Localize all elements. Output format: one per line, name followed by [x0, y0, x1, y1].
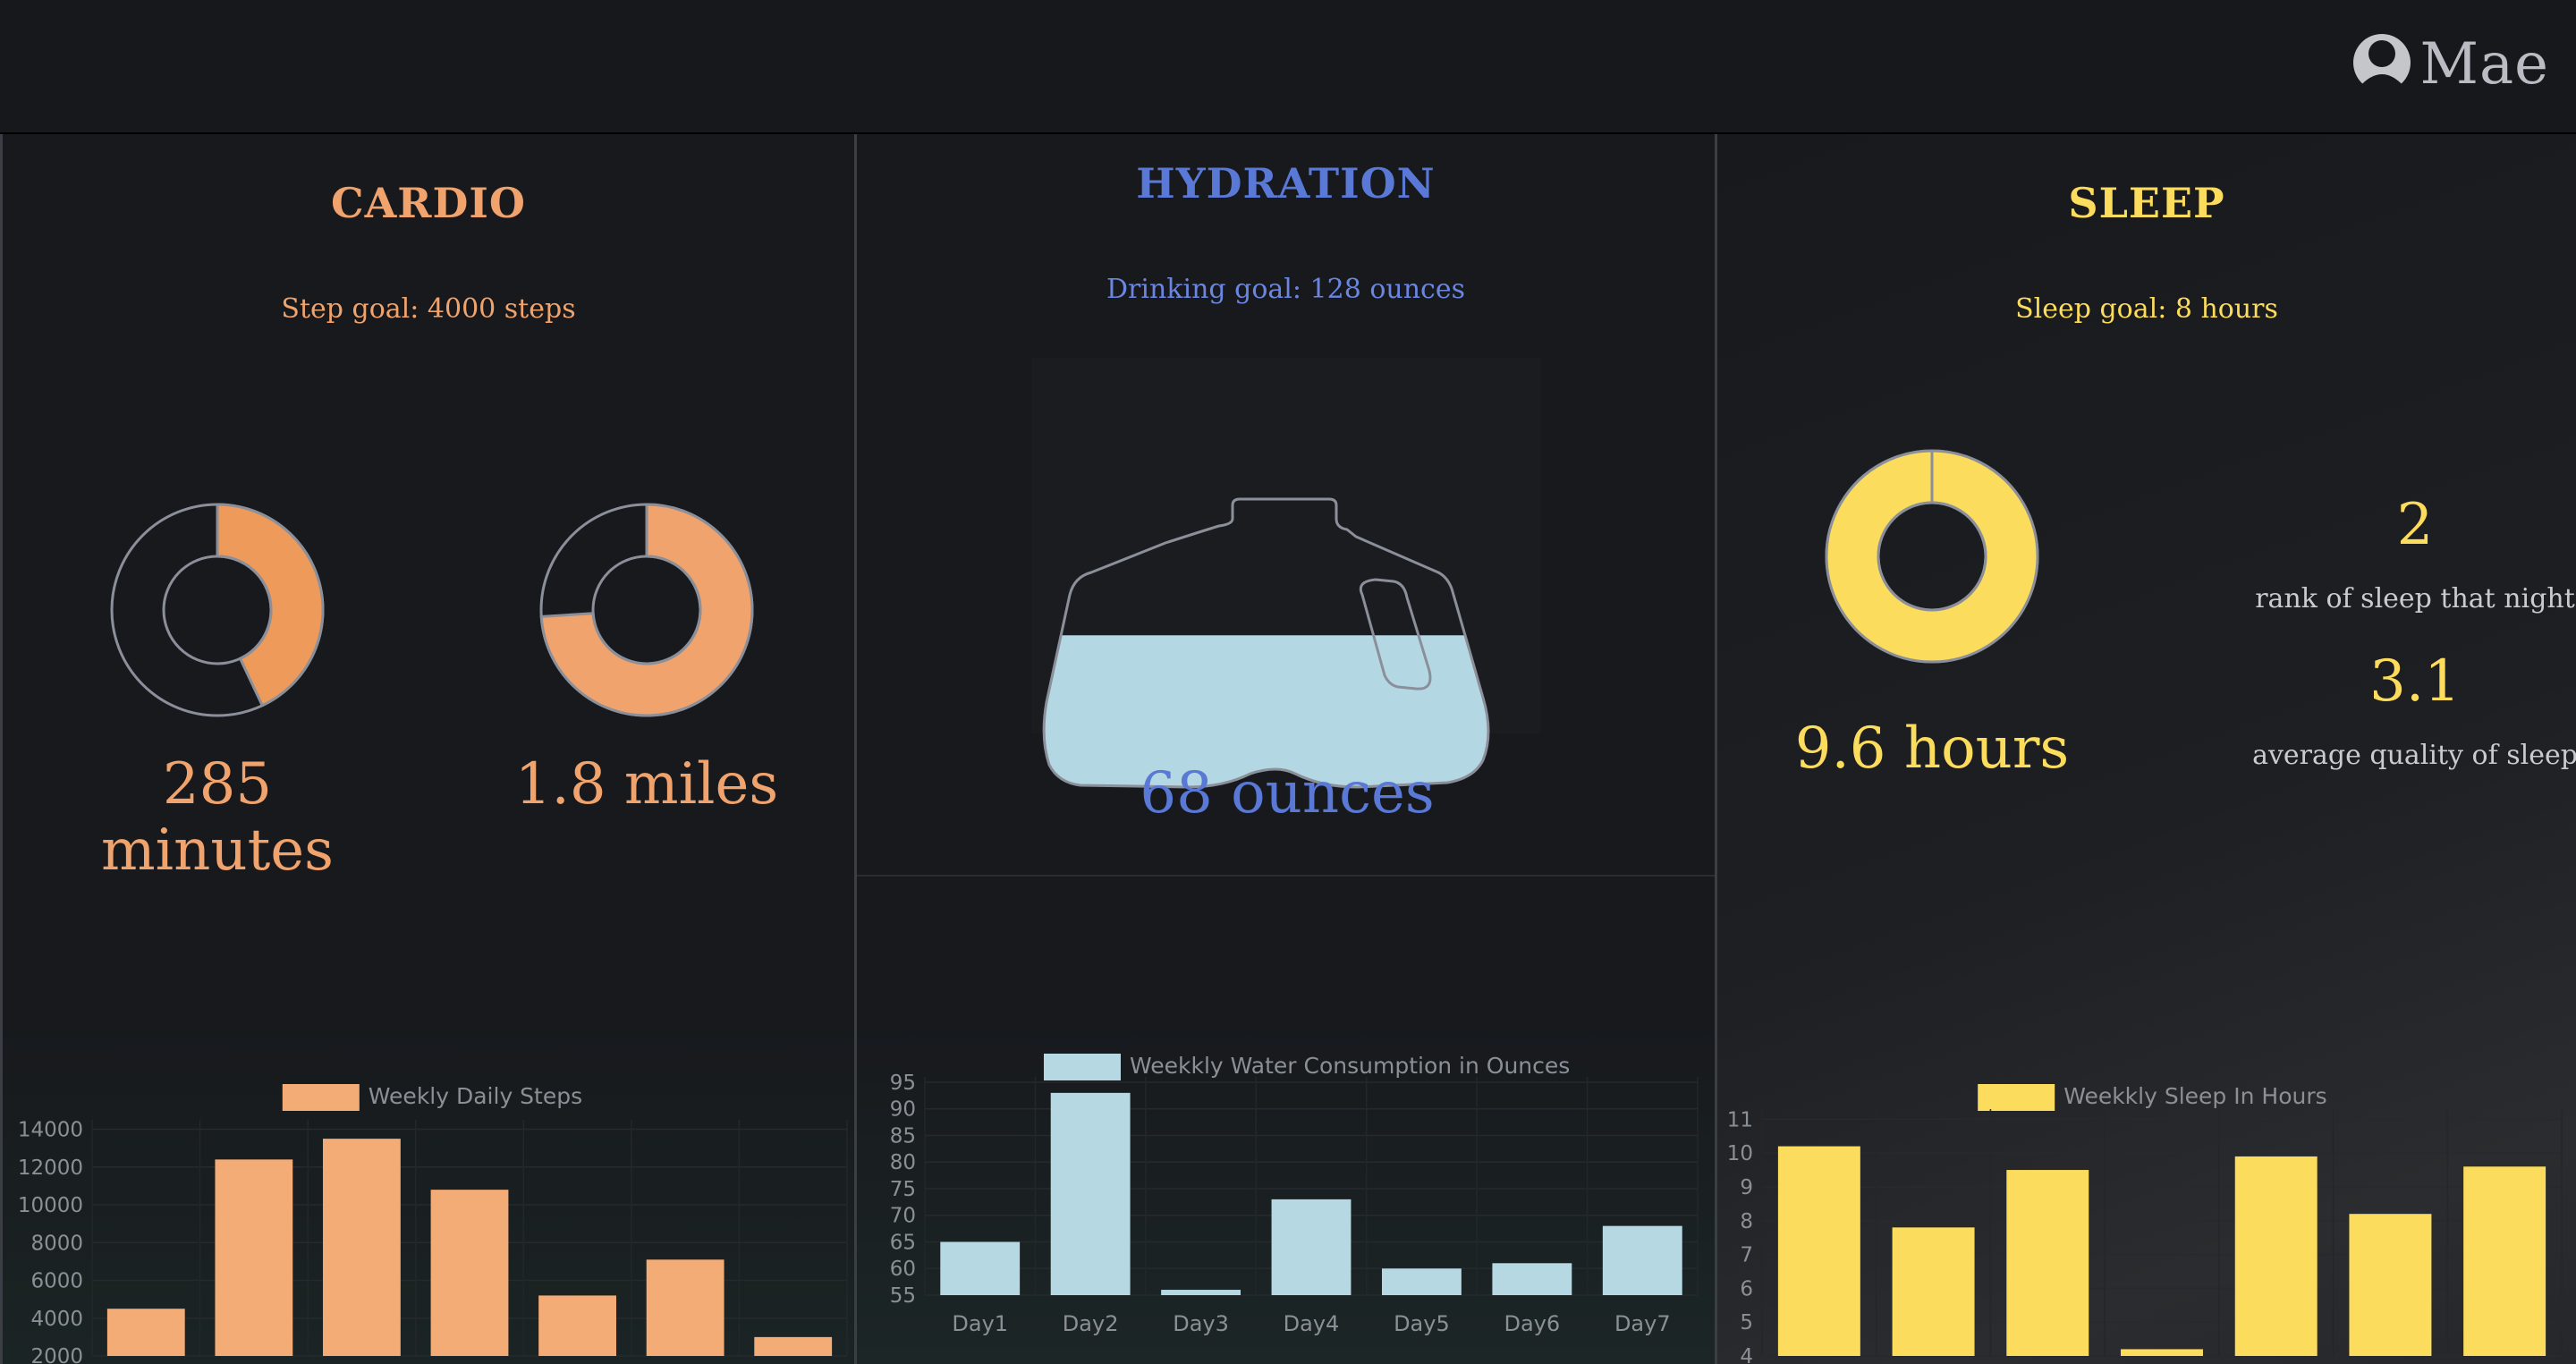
cardio-title: CARDIO: [330, 179, 526, 227]
hydration-drinking-goal: Drinking goal: 128 ounces: [1106, 274, 1465, 305]
y-tick-label: 65: [890, 1231, 916, 1254]
miles-value: 1.8 miles: [514, 751, 779, 818]
y-tick-label: 95: [890, 1072, 916, 1095]
sleep-panel: SLEEP Sleep goal: 8 hours 9.6 hours 2 ra…: [1717, 134, 2576, 1364]
y-tick-label: 60: [890, 1258, 916, 1281]
minutes-value: 285 minutes: [100, 751, 335, 884]
y-tick-label: 85: [890, 1124, 916, 1148]
y-tick-label: 75: [890, 1178, 916, 1201]
hydration-panel: HYDRATION Drinking goal: 128 ounces 68 o…: [857, 134, 1717, 1364]
bar-day3[interactable]: [323, 1139, 401, 1356]
y-tick-label: 80: [890, 1151, 916, 1174]
chart-legend-swatch: [1978, 1084, 2055, 1111]
y-tick-label: 9: [1740, 1176, 1753, 1199]
steps-bar-chart: Weekly Daily Steps 2000 4000 6000 8000 10000 1…: [18, 1083, 848, 1364]
bar-day2[interactable]: [1050, 1092, 1131, 1295]
bar-day3[interactable]: [2006, 1170, 2089, 1356]
user-avatar-icon[interactable]: [2351, 30, 2412, 98]
hydration-title: HYDRATION: [1136, 159, 1436, 208]
bar-day3[interactable]: [1161, 1290, 1241, 1295]
y-tick-label: 4000: [30, 1308, 83, 1331]
sleep-rank-caption: rank of sleep that night: [2255, 583, 2575, 614]
bar-day5[interactable]: [1381, 1268, 1462, 1295]
bar-day7[interactable]: [2463, 1166, 2546, 1356]
sleep-goal: Sleep goal: 8 hours: [2015, 293, 2278, 325]
cardio-panel: CARDIO Step goal: 4000 steps 285 minutes…: [0, 134, 857, 1364]
chart-legend-swatch: [1044, 1054, 1121, 1080]
y-tick-label: 10: [1727, 1142, 1753, 1165]
bar-day1[interactable]: [1777, 1146, 1860, 1356]
bar-day7[interactable]: [754, 1336, 833, 1356]
y-tick-label: 90: [890, 1098, 916, 1122]
y-tick-label: 2000: [30, 1345, 83, 1364]
x-tick-label: Day4: [1284, 1311, 1340, 1336]
y-tick-label: 55: [890, 1284, 916, 1308]
y-tick-label: 14000: [18, 1119, 83, 1142]
y-tick-label: 5: [1740, 1311, 1753, 1334]
y-tick-label: 6000: [30, 1270, 83, 1293]
bar-day5[interactable]: [538, 1295, 616, 1356]
x-tick-label: Day7: [1614, 1311, 1671, 1336]
bar-day4[interactable]: [1271, 1199, 1352, 1295]
minutes-ring: [110, 503, 325, 717]
y-tick-label: 4: [1740, 1345, 1753, 1364]
sleep-title: SLEEP: [2068, 179, 2225, 227]
bar-day2[interactable]: [215, 1159, 293, 1356]
bar-day1[interactable]: [940, 1241, 1021, 1295]
water-bar-chart: Weekkly Water Consumption in Ounces 55 60 6…: [890, 1053, 1699, 1336]
x-tick-label: Day1: [952, 1311, 1008, 1336]
y-tick-label: 12000: [18, 1156, 83, 1180]
chart-legend-label: Weekly Daily Steps: [369, 1083, 582, 1109]
bar-day4[interactable]: [2121, 1349, 2203, 1356]
sleep-quality-caption: average quality of sleep: [2252, 740, 2576, 771]
user-menu[interactable]: Mae: [2351, 27, 2549, 102]
x-tick-label: Day2: [1063, 1311, 1119, 1336]
bar-day5[interactable]: [2234, 1156, 2318, 1356]
bar-day7[interactable]: [1602, 1225, 1682, 1295]
sleep-quality-value: 3.1: [2369, 648, 2461, 715]
user-name[interactable]: Mae: [2419, 31, 2549, 97]
bar-day4[interactable]: [430, 1190, 509, 1356]
cardio-step-goal: Step goal: 4000 steps: [281, 293, 576, 325]
miles-ring: [539, 503, 754, 717]
bar-day6[interactable]: [646, 1259, 724, 1356]
x-tick-label: Day5: [1394, 1311, 1450, 1336]
bar-day6[interactable]: [2349, 1214, 2432, 1356]
chart-legend-label: Weekkly Water Consumption in Ounces: [1130, 1053, 1570, 1079]
bar-day2[interactable]: [1892, 1227, 1975, 1356]
bar-day6[interactable]: [1492, 1263, 1572, 1295]
sleep-hours-ring: [1825, 449, 2039, 664]
y-tick-label: 70: [890, 1205, 916, 1228]
x-tick-label: Day3: [1173, 1311, 1229, 1336]
y-tick-label: 8000: [30, 1232, 83, 1255]
x-tick-label: Day6: [1504, 1311, 1561, 1336]
chart-legend-swatch: [282, 1084, 360, 1111]
sleep-bar-chart: Weekkly Sleep In Hours4567891011Day1Day2…: [1727, 1083, 2563, 1364]
y-tick-label: 6: [1740, 1277, 1753, 1300]
sleep-rank-value: 2: [2396, 492, 2434, 558]
y-tick-label: 11: [1727, 1108, 1753, 1131]
sleep-hours-value: 9.6 hours: [1794, 716, 2070, 782]
top-bar: Mae: [0, 0, 2576, 134]
y-tick-label: 10000: [18, 1194, 83, 1217]
y-tick-label: 7: [1740, 1244, 1753, 1267]
ounces-value: 68 ounces: [1140, 760, 1435, 826]
bar-day1[interactable]: [106, 1309, 185, 1356]
chart-legend-label: Weekkly Sleep In Hours: [2063, 1083, 2326, 1109]
y-tick-label: 8: [1740, 1210, 1753, 1233]
